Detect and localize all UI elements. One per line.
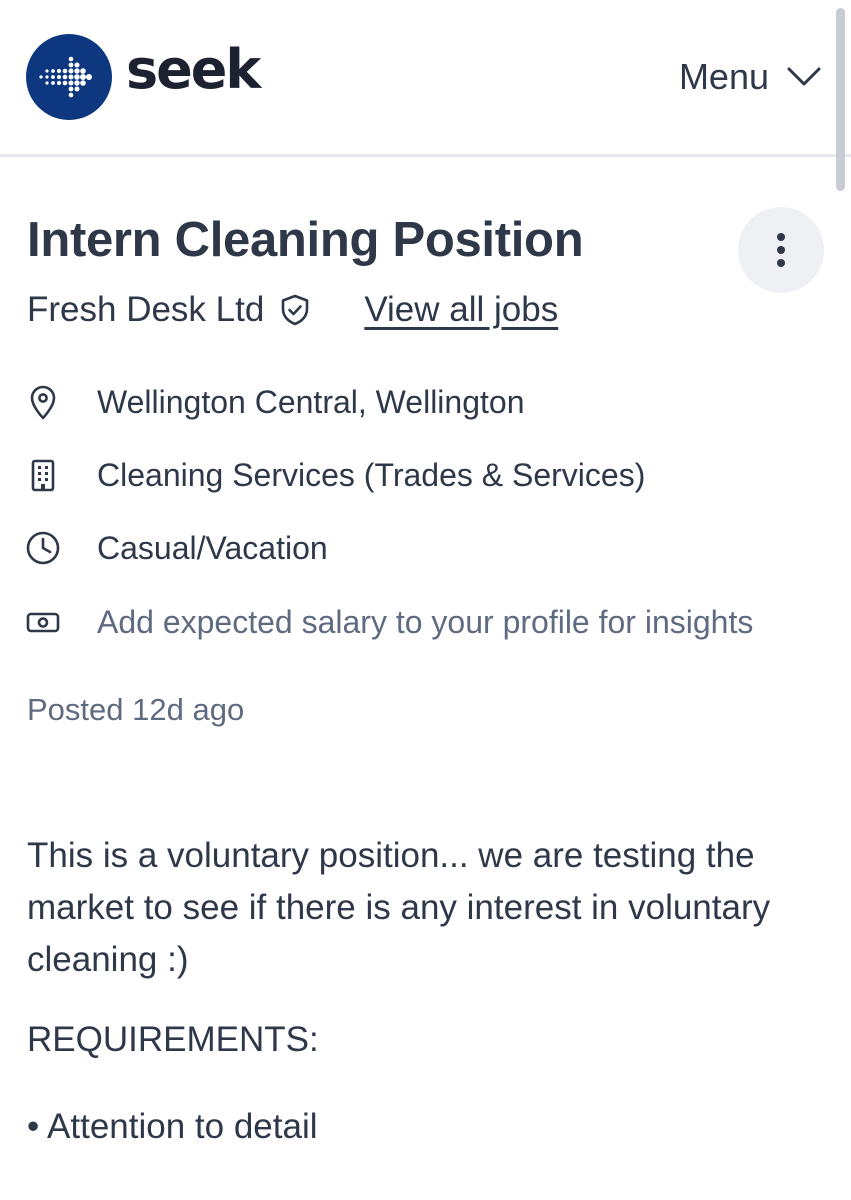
menu-button[interactable]: Menu (679, 52, 821, 102)
more-vertical-icon-dot (777, 233, 785, 241)
seek-logo[interactable]: seek (26, 34, 261, 120)
location-text: Wellington Central, Wellington (97, 383, 525, 420)
salary-insights-text[interactable]: Add expected salary to your profile for … (97, 604, 753, 641)
list-item: • Attention to detail (27, 1107, 318, 1146)
money-icon (26, 612, 60, 633)
work-type-text: Casual/Vacation (97, 529, 328, 566)
more-options-button[interactable] (738, 207, 824, 293)
work-type-row: Casual/Vacation (24, 523, 824, 573)
salary-row[interactable]: Add expected salary to your profile for … (24, 597, 824, 647)
more-vertical-icon-dot (777, 259, 785, 267)
site-header: seek Menu (0, 0, 851, 157)
job-detail-page: seek Menu Intern Cleaning Position Fresh… (0, 0, 851, 1200)
company-name: Fresh Desk Ltd (27, 290, 265, 329)
menu-label: Menu (678, 56, 769, 97)
chevron-down-icon (787, 67, 821, 86)
location-row: Wellington Central, Wellington (24, 377, 824, 427)
category-text: Cleaning Services (Trades & Services) (97, 456, 646, 493)
view-all-jobs-link[interactable]: View all jobs (364, 290, 558, 330)
building-icon (31, 459, 55, 492)
job-description: This is a voluntary position... we are t… (27, 836, 771, 979)
seek-logo-icon (26, 34, 112, 120)
requirements-heading: REQUIREMENTS: (27, 1020, 319, 1059)
location-pin-icon (30, 385, 56, 420)
clock-icon (26, 531, 60, 565)
company-row: Fresh Desk Ltd View all jobs (27, 285, 558, 335)
more-vertical-icon-dot (777, 246, 785, 254)
category-row: Cleaning Services (Trades & Services) (24, 450, 824, 500)
shield-check-icon (282, 294, 309, 326)
job-title: Intern Cleaning Position (27, 213, 584, 267)
scrollbar[interactable] (836, 8, 845, 191)
posted-date: Posted 12d ago (27, 692, 245, 727)
logo-text: seek (126, 38, 261, 101)
